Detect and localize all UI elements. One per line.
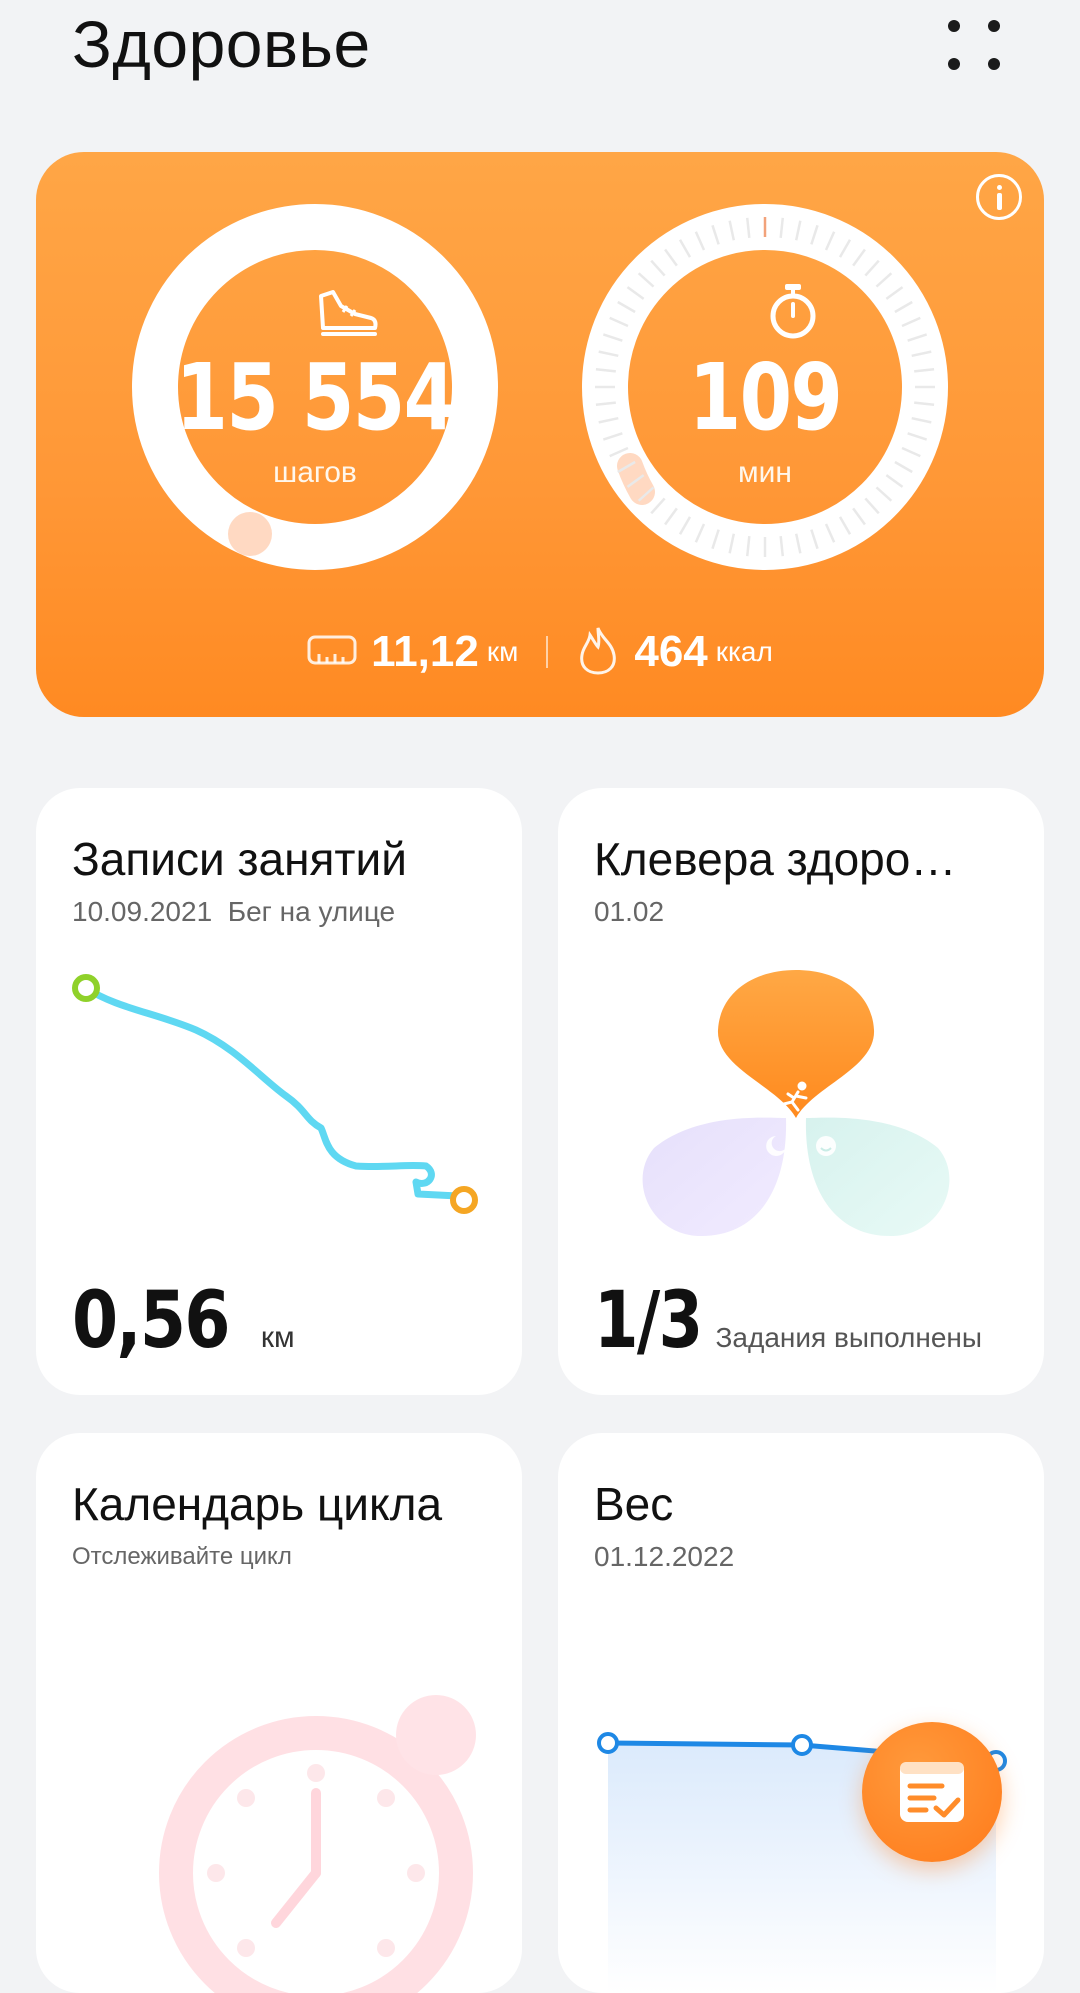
distance-value: 11,12 [371, 627, 479, 676]
checklist-fab-button[interactable] [862, 1722, 1002, 1862]
weight-point [791, 1734, 813, 1756]
steps-value: 15 554 [175, 344, 457, 451]
calories-unit: ккал [715, 636, 773, 667]
cycle-title: Календарь цикла [72, 1478, 443, 1530]
route-end-marker [450, 1186, 478, 1214]
calories-value: 464 [634, 627, 708, 676]
minutes-value: 109 [688, 344, 843, 451]
page-title: Здоровье [72, 7, 371, 81]
cycle-calendar-card[interactable]: Календарь цикла Отслеживайте цикл [36, 1433, 522, 1993]
clover-title: Клевера здоро… [594, 833, 957, 885]
dots-grid-icon[interactable] [938, 10, 1010, 82]
cycle-subtitle: Отслеживайте цикл [72, 1543, 292, 1570]
clover-graphic [642, 970, 950, 1237]
weight-point [597, 1732, 619, 1754]
route-start-marker [72, 974, 100, 1002]
checklist-icon [900, 1762, 964, 1822]
weight-title: Вес [594, 1478, 674, 1530]
workouts-subtitle: 10.09.2021 Бег на улице [72, 896, 395, 928]
clover-progress: 1/3 Задания выполнены [594, 1276, 983, 1366]
flame-icon [576, 625, 620, 680]
minutes-ring[interactable]: 109 мин [582, 204, 948, 570]
ruler-icon [307, 634, 357, 671]
info-icon[interactable] [976, 174, 1022, 220]
summary-divider [546, 636, 549, 668]
health-clover-card[interactable]: Клевера здоро… 01.02 1/3 Задания выполне… [558, 788, 1044, 1395]
weight-date: 01.12.2022 [594, 1541, 735, 1572]
smile-icon [816, 1136, 836, 1156]
steps-ring[interactable]: 15 554 шагов [132, 204, 498, 570]
workouts-distance: 0,56 км [72, 1276, 295, 1366]
clock-icon [159, 1695, 476, 1993]
weight-card[interactable]: Вес 01.12.2022 [558, 1433, 1044, 1993]
steps-label: шагов [273, 456, 357, 489]
workouts-card[interactable]: Записи занятий 10.09.2021 Бег на улице 0… [36, 788, 522, 1395]
minutes-label: мин [738, 456, 792, 489]
distance-unit: км [486, 636, 519, 667]
workouts-type: Бег на улице [227, 896, 396, 927]
workouts-title: Записи занятий [72, 833, 407, 885]
workouts-date: 10.09.2021 [72, 896, 213, 927]
route-map [72, 974, 478, 1214]
activity-card[interactable]: 15 554 шагов 109 мин 11,12 км 464 ккал [36, 152, 1044, 717]
clover-date: 01.02 [594, 896, 665, 927]
activity-summary: 11,12 км 464 ккал [36, 622, 1044, 682]
